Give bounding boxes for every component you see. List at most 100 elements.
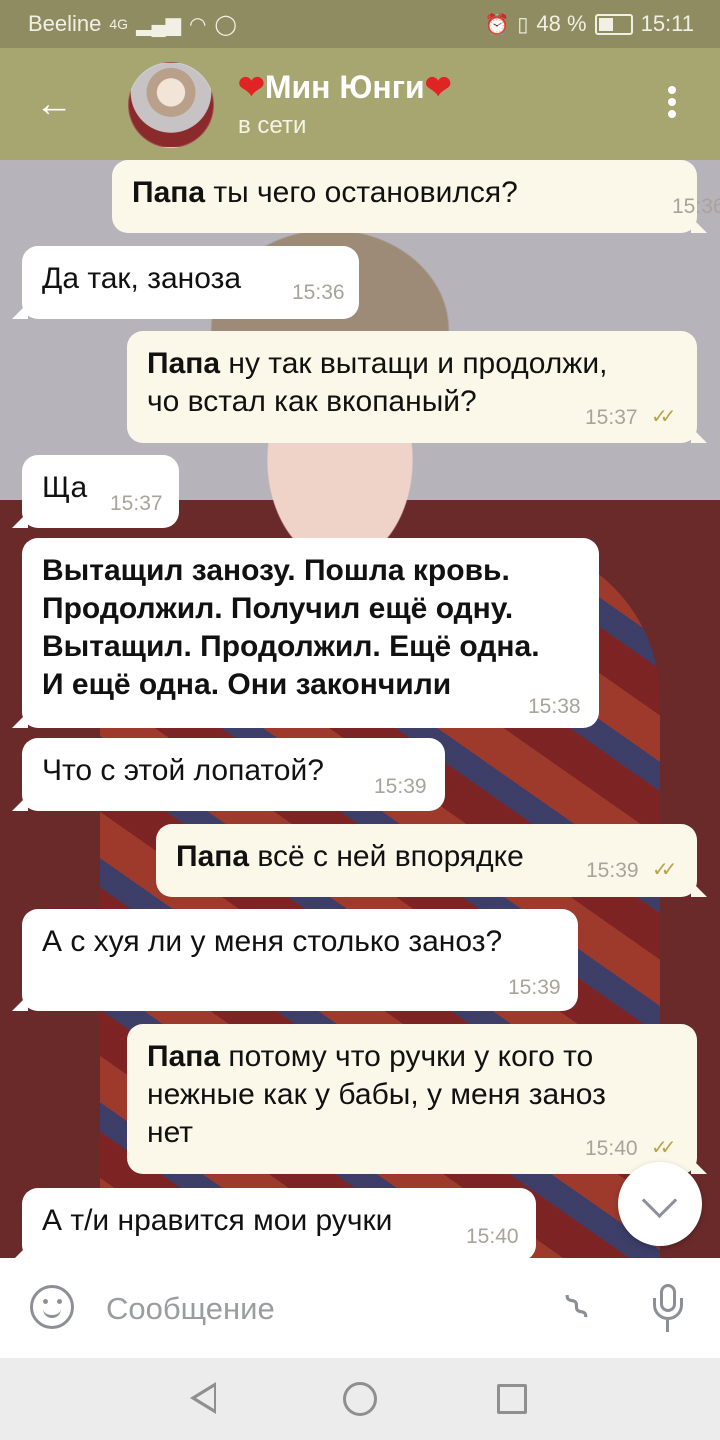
message-line-text: потому что ручки у кого то — [228, 1040, 594, 1073]
sender-name: Папа — [147, 1040, 221, 1073]
attach-button[interactable]: ⌇ — [546, 1275, 611, 1340]
message-line-text: Вытащил. Продолжил. Ещё одна. — [42, 630, 540, 663]
vibrate-icon: ▯ — [517, 13, 529, 36]
message-line: А с хуя ли у меня столько заноз? — [42, 923, 502, 961]
sender-name: Папа — [147, 347, 221, 380]
incoming-message[interactable]: А с хуя ли у меня столько заноз? 15:39 — [12, 909, 578, 1011]
message-text: Папа потому что ручки у кого то нежные ка… — [147, 1038, 606, 1152]
message-line: Что с этой лопатой? — [42, 752, 324, 790]
alarm-icon: ⏰ — [484, 13, 510, 36]
heart-icon: ❤ — [424, 69, 452, 105]
status-right: ⏰ ▯ 48 % 15:11 — [485, 11, 695, 37]
incoming-message[interactable]: Ща 15:37 — [12, 455, 179, 528]
message-text: А т/и нравится мои ручки — [42, 1202, 392, 1240]
message-time: 15:39 — [508, 976, 561, 999]
message-line: Да так, заноза — [42, 260, 241, 298]
more-vertical-icon — [650, 86, 694, 118]
more-menu-button[interactable] — [650, 82, 694, 130]
sender-name: Папа — [176, 840, 250, 873]
contact-name-text: Мин Юнги — [264, 69, 425, 105]
message-line-text: А т/и нравится мои ручки — [42, 1204, 393, 1237]
read-checkmarks-icon: ✓✓ — [651, 406, 676, 428]
message-line-text: ну так вытащи и продолжи, — [228, 347, 608, 380]
message-line: И ещё одна. Они закончили — [42, 666, 540, 704]
message-line: Папа ты чего остановился? — [132, 174, 518, 212]
arrow-left-icon: ← — [35, 83, 73, 125]
message-line: Ща — [42, 469, 87, 507]
message-text: Папа ну так вытащи и продолжи, чо встал к… — [147, 345, 607, 421]
message-time: 15:37 — [110, 492, 163, 515]
message-line: нет — [147, 1114, 606, 1152]
status-left: Beeline 4G ▂▄▆ ◠ ◯ — [28, 11, 237, 37]
sender-name: Папа — [132, 176, 206, 209]
signal-icon: 4G — [109, 16, 129, 32]
message-line: Вытащил. Продолжил. Ещё одна. — [42, 628, 540, 666]
wifi-icon: ◠ — [189, 13, 207, 36]
message-text: А с хуя ли у меня столько заноз? — [42, 923, 502, 961]
message-text: Папа всё с ней впорядке — [176, 838, 524, 876]
battery-percent: 48 % — [536, 11, 587, 36]
system-nav-bar — [0, 1358, 720, 1440]
message-time: 15:39 — [586, 859, 639, 882]
message-input[interactable] — [104, 1284, 528, 1334]
paperclip-icon: ⌇ — [557, 1285, 599, 1331]
chat-header: ← ❤Мин Юнги❤ в сети — [0, 48, 720, 160]
signal-bars-icon: ▂▄▆ — [136, 13, 182, 36]
message-line-text: Да так, заноза — [42, 262, 242, 295]
message-time: 15:38 — [528, 695, 581, 718]
nav-back-button[interactable] — [190, 1382, 216, 1414]
message-line-text: нет — [147, 1116, 193, 1149]
message-input-bar: ⌇ — [0, 1258, 720, 1358]
message-line: Продолжил. Получил ещё одну. — [42, 590, 540, 628]
message-time: 15:36 — [672, 195, 720, 218]
chat-area[interactable]: Папа ты чего остановился? 15:36 ✓✓ Да так, … — [0, 160, 720, 1258]
carrier-label: Beeline — [28, 11, 102, 36]
message-line-text: Продолжил. Получил ещё одну. — [42, 592, 514, 625]
message-line: Папа потому что ручки у кого то — [147, 1038, 606, 1076]
message-text: Что с этой лопатой? — [42, 752, 324, 790]
message-line-text: А с хуя ли у меня столько заноз? — [42, 925, 503, 958]
scroll-down-button[interactable] — [618, 1162, 702, 1246]
message-line: А т/и нравится мои ручки — [42, 1202, 392, 1240]
clock: 15:11 — [640, 11, 694, 36]
incoming-message[interactable]: А т/и нравится мои ручки 15:40 — [12, 1188, 536, 1258]
message-time: 15:36 — [292, 281, 345, 304]
message-line: Папа ну так вытащи и продолжи, — [147, 345, 607, 383]
incoming-message[interactable]: Что с этой лопатой? 15:39 — [12, 738, 445, 811]
message-line-text: всё с ней впорядке — [257, 840, 524, 873]
status-bar: Beeline 4G ▂▄▆ ◠ ◯ ⏰ ▯ 48 % 15:11 — [0, 0, 720, 48]
heart-icon: ❤ — [238, 69, 265, 105]
message-line-text: Что с этой лопатой? — [42, 754, 324, 787]
contact-name[interactable]: ❤Мин Юнги❤ — [238, 68, 452, 106]
incoming-message[interactable]: Да так, заноза 15:36 — [12, 246, 359, 319]
message-line: Вытащил занозу. Пошла кровь. — [42, 552, 540, 590]
message-line-text: Вытащил занозу. Пошла кровь. — [42, 554, 510, 587]
message-line-text: нежные как у бабы, у меня заноз — [147, 1078, 606, 1111]
microphone-button[interactable] — [648, 1280, 688, 1336]
message-line: нежные как у бабы, у меня заноз — [147, 1076, 606, 1114]
message-line-text: ты чего остановился? — [213, 176, 518, 209]
incoming-message[interactable]: Вытащил занозу. Пошла кровь. Продолжил. П… — [12, 538, 599, 728]
outgoing-message[interactable]: Папа ты чего остановился?15:36✓✓ — [112, 160, 720, 233]
message-line-text: Ща — [42, 471, 88, 504]
battery-icon — [594, 13, 633, 35]
whatsapp-icon: ◯ — [214, 13, 237, 36]
nav-recents-button[interactable] — [497, 1384, 527, 1414]
message-line: чо встал как вкопаный? — [147, 383, 607, 421]
message-time: 15:37 — [585, 406, 638, 429]
message-time: 15:40 — [585, 1137, 638, 1160]
message-line-text: чо встал как вкопаный? — [147, 385, 477, 418]
outgoing-message[interactable]: Папа всё с ней впорядке 15:39 ✓✓ — [156, 824, 707, 897]
message-text: Вытащил занозу. Пошла кровь. Продолжил. П… — [42, 552, 540, 704]
message-time: 15:39 — [374, 775, 427, 798]
message-line-text: И ещё одна. Они закончили — [42, 668, 452, 701]
avatar[interactable] — [128, 62, 214, 148]
emoji-button[interactable] — [30, 1285, 74, 1329]
message-time: 15:40 — [466, 1225, 519, 1248]
read-checkmarks-icon: ✓✓ — [652, 859, 677, 881]
nav-home-button[interactable] — [343, 1382, 377, 1416]
message-text: Папа ты чего остановился? — [132, 174, 518, 212]
outgoing-message[interactable]: Папа потому что ручки у кого то нежные ка… — [127, 1024, 707, 1174]
back-button[interactable]: ← — [26, 78, 82, 130]
outgoing-message[interactable]: Папа ну так вытащи и продолжи, чо встал к… — [127, 331, 707, 443]
